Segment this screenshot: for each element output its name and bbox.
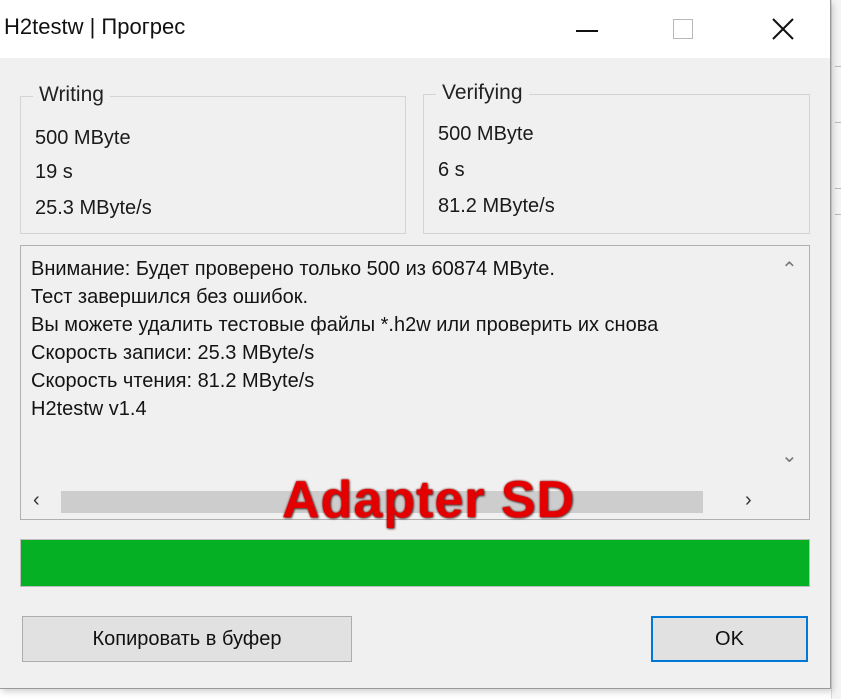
close-icon — [772, 18, 794, 40]
ok-button[interactable]: OK — [651, 616, 808, 662]
verifying-size: 500 MByte — [438, 123, 534, 145]
copy-to-clipboard-button[interactable]: Копировать в буфер — [22, 616, 352, 662]
writing-size: 500 MByte — [35, 127, 131, 149]
maximize-button[interactable] — [648, 0, 718, 58]
scroll-right-icon[interactable]: › — [745, 490, 752, 510]
log-content: Внимание: Будет проверено только 500 из … — [21, 246, 771, 482]
scrollbar-corner — [771, 483, 809, 519]
writing-legend: Writing — [33, 83, 110, 107]
background-window-strip — [831, 0, 841, 699]
maximize-icon — [673, 19, 693, 39]
writing-group: Writing 500 MByte 19 s 25.3 MByte/s — [20, 83, 406, 234]
verifying-time: 6 s — [438, 159, 465, 181]
vertical-scrollbar[interactable]: ⌃ ⌄ — [771, 246, 809, 482]
verifying-legend: Verifying — [436, 81, 529, 105]
minimize-icon — [576, 30, 598, 32]
scroll-up-icon[interactable]: ⌃ — [781, 260, 798, 280]
log-line: Вы можете удалить тестовые файлы *.h2w и… — [31, 314, 659, 336]
background-divider — [835, 66, 841, 67]
progress-dialog: H2testw | Прогрес Writing 500 MByte 19 s… — [0, 0, 831, 689]
scroll-left-icon[interactable]: ‹ — [33, 490, 40, 510]
log-line: Скорость записи: 25.3 MByte/s — [31, 342, 315, 364]
log-line: Тест завершился без ошибок. — [31, 286, 309, 308]
writing-time: 19 s — [35, 161, 73, 183]
background-divider — [835, 122, 841, 123]
verifying-speed: 81.2 MByte/s — [438, 195, 555, 217]
log-line: Скорость чтения: 81.2 MByte/s — [31, 370, 315, 392]
title-bar[interactable]: H2testw | Прогрес — [0, 0, 830, 58]
progress-bar — [20, 539, 810, 587]
background-divider — [835, 214, 841, 215]
writing-speed: 25.3 MByte/s — [35, 197, 152, 219]
background-divider — [835, 188, 841, 189]
window-title: H2testw | Прогрес — [4, 14, 186, 39]
scroll-down-icon[interactable]: ⌄ — [781, 446, 798, 466]
log-line: Внимание: Будет проверено только 500 из … — [31, 258, 555, 280]
verifying-group: Verifying 500 MByte 6 s 81.2 MByte/s — [423, 81, 810, 234]
close-button[interactable] — [748, 0, 818, 58]
watermark-label: Adapter SD — [282, 471, 576, 529]
minimize-button[interactable] — [552, 0, 622, 58]
log-line: H2testw v1.4 — [31, 398, 147, 420]
progress-fill — [21, 540, 809, 586]
